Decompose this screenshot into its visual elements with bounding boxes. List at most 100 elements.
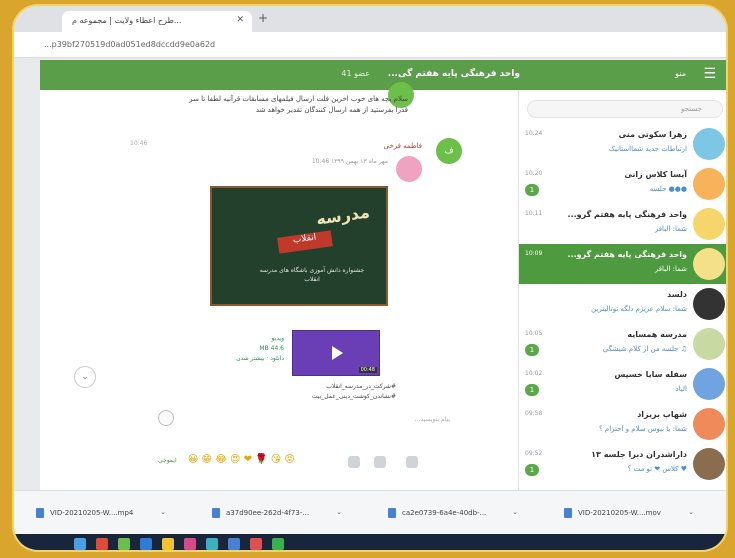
download-item[interactable]: a37d90ee-262d-4f73-... ⌄ [212, 503, 342, 523]
unread-badge: 1 [525, 344, 539, 356]
chat-area: سلام بچه های خوب اخرین فلت ارسال فیلمهای… [40, 82, 518, 490]
chat-name: شهاب بریزاد [637, 410, 687, 419]
attach-icon[interactable] [374, 456, 386, 468]
avatar[interactable] [693, 168, 725, 200]
taskbar-app-icon[interactable] [184, 538, 196, 550]
browser-tab-title: طرح اعطاء ولایت | مجموعه م... [72, 16, 182, 25]
video-info: ویدیو 44.6 MB دانلود · بیشتر شدن [210, 334, 284, 364]
taskbar-app-icon[interactable] [140, 538, 152, 550]
poster-image[interactable]: مدرسه انقلاب جشنواره دانش آموزی باشگاه ه… [210, 186, 388, 306]
chat-time: 10:11 [525, 210, 543, 217]
sender-name[interactable]: فاطمه فرخی [384, 142, 422, 150]
download-name: VID-20210205-W....mov [578, 509, 661, 517]
address-bar[interactable]: ...p39bf270519d0ad051ed8dccdd9e0a62d [14, 32, 726, 58]
message-time: 10:46 [130, 140, 148, 147]
taskbar-app-icon[interactable] [96, 538, 108, 550]
chat-list-item[interactable]: دلسد شما: سلام عزیزم دلگه توتالیترین [519, 284, 726, 324]
avatar[interactable] [693, 128, 725, 160]
avatar[interactable] [693, 448, 725, 480]
chat-list-item[interactable]: داراشدران دبرا جلسه ۱۳ ♥ کلاس ❤ تو مت ؟ 09… [519, 444, 726, 484]
chat-name: سفله سایا خسیس [614, 370, 687, 379]
message-meta: مهر ماه ۱۳ بهمن ۱۳۹۹ 10:46 [311, 158, 388, 165]
scroll-down-button[interactable]: ⌄ [74, 366, 96, 388]
send-icon[interactable] [406, 456, 418, 468]
avatar[interactable] [693, 288, 725, 320]
download-item[interactable]: VID-20210205-W....mov ⌄ [564, 503, 694, 523]
chat-time: 10:02 [525, 370, 543, 377]
emoji-7[interactable]: 😡 [284, 454, 294, 465]
last-message: شما: الباقر [654, 225, 687, 233]
download-item[interactable]: ca2e0739-6a4e-40db-... ⌄ [388, 503, 518, 523]
taskbar-app-icon[interactable] [228, 538, 240, 550]
message-input[interactable]: پیام بنویسید... [160, 416, 450, 423]
chat-time: 10:05 [525, 330, 543, 337]
chat-name: آیسا کلاس زانی [624, 170, 687, 179]
file-icon [36, 508, 44, 518]
chat-name: داراشدران دبرا جلسه ۱۳ [591, 450, 687, 459]
chat-time: 10:09 [525, 250, 543, 257]
emoji-label[interactable]: ایموجی [158, 457, 177, 464]
emoji-2[interactable]: 😂 [215, 454, 227, 465]
start-icon[interactable] [74, 538, 86, 550]
emoji-5[interactable]: 🌹 [255, 454, 267, 465]
avatar[interactable] [693, 368, 725, 400]
taskbar-app-icon[interactable] [250, 538, 262, 550]
chevron-down-icon[interactable]: ⌄ [512, 508, 518, 516]
poster-word: انقلاب [277, 230, 333, 254]
sender-avatar-initial[interactable]: ف [436, 138, 462, 164]
chat-name: زهرا سکوتی منی [618, 130, 687, 139]
browser-tab-bar: طرح اعطاء ولایت | مجموعه م... ✕ + [14, 6, 726, 32]
caption-hashtag-2[interactable]: #نشاندن_کوشت_دینی_عمل_بیت [276, 392, 396, 402]
chat-list-item[interactable]: واحد فرهنگی پایه هفتم گرو... شما: الباقر 1… [519, 204, 726, 244]
taskbar-app-icon[interactable] [162, 538, 174, 550]
emoji-4[interactable]: ❤ [244, 454, 252, 465]
chat-list-item[interactable]: شهاب بریزاد شما: یا نبوس سلام و احترام ؟ 0… [519, 404, 726, 444]
caption-hashtag-1[interactable]: #شرکت_در_مدرسه_انقلاب [276, 382, 396, 392]
search-input[interactable]: جستجو [527, 100, 723, 118]
taskbar-app-icon[interactable] [206, 538, 218, 550]
taskbar-app-icon[interactable] [118, 538, 130, 550]
taskbar-app-icon[interactable] [272, 538, 284, 550]
avatar[interactable] [693, 328, 725, 360]
chat-list-item[interactable]: مدرسه همسایه ♫ جلسه من از کلام شیشگی 10:05… [519, 324, 726, 364]
emoji-3[interactable]: 😍 [230, 454, 240, 465]
new-tab-button[interactable]: + [258, 11, 268, 25]
chat-list-item[interactable]: آیسا کلاس زانی ●●● جلسه 10:20 1 [519, 164, 726, 204]
avatar[interactable] [693, 408, 725, 440]
chat-name: واحد فرهنگی پایه هفتم گرو... [567, 210, 687, 219]
chevron-down-icon[interactable]: ⌄ [688, 508, 694, 516]
menu-label[interactable]: منو [675, 69, 686, 78]
video-thumbnail[interactable]: 00:48 [292, 330, 380, 376]
download-name: a37d90ee-262d-4f73-... [226, 509, 310, 517]
windows-taskbar [14, 534, 726, 550]
last-message: ●●● جلسه [649, 185, 687, 193]
chevron-down-icon[interactable]: ⌄ [160, 508, 166, 516]
chat-list-sidebar: جستجو زهرا سکوتی منی ارتباطات جدید شمااست… [518, 90, 726, 490]
emoji-1[interactable]: 😁 [201, 454, 211, 465]
last-message: الیاد [675, 385, 687, 393]
emoji-0[interactable]: 😀 [188, 454, 198, 465]
hamburger-menu-icon[interactable]: ☰ [703, 66, 716, 82]
last-message: ♫ جلسه من از کلام شیشگی [602, 345, 687, 353]
download-item[interactable]: VID-20210205-W....mp4 ⌄ [36, 503, 166, 523]
chat-list-item[interactable]: زهرا سکوتی منی ارتباطات جدید شمااستاتیک 10… [519, 124, 726, 164]
emoji-bar: ایموجی 😀 😁 😂 😍 ❤ 🌹 😘 😡 [158, 454, 438, 470]
chat-title[interactable]: واحد فرهنگی پایه هفتم گی... [388, 69, 520, 79]
chat-list-item[interactable]: سفله سایا خسیس الیاد 10:02 1 [519, 364, 726, 404]
play-icon[interactable] [332, 346, 343, 360]
browser-tab[interactable]: طرح اعطاء ولایت | مجموعه م... ✕ [62, 11, 252, 32]
poster-text: جشنواره دانش آموزی باشگاه های مدرسه انقل… [259, 267, 365, 283]
emoji-6[interactable]: 😘 [271, 454, 281, 465]
chat-list-item[interactable]: واحد فرهنگی پایه هفتم گرو... شما: الباقر 1… [519, 244, 726, 284]
close-tab-icon[interactable]: ✕ [236, 15, 244, 25]
avatar[interactable] [693, 248, 725, 280]
pink-avatar[interactable] [396, 156, 422, 182]
last-message: شما: الباقر [654, 265, 687, 273]
chevron-down-icon[interactable]: ⌄ [336, 508, 342, 516]
video-status[interactable]: دانلود · بیشتر شدن [210, 354, 284, 364]
previous-message: سلام بچه های خوب اخرین فلت ارسال فیلمهای… [189, 95, 408, 114]
avatar[interactable] [693, 208, 725, 240]
chat-time: 10:20 [525, 170, 543, 177]
microphone-icon[interactable] [348, 456, 360, 468]
download-name: ca2e0739-6a4e-40db-... [402, 509, 487, 517]
